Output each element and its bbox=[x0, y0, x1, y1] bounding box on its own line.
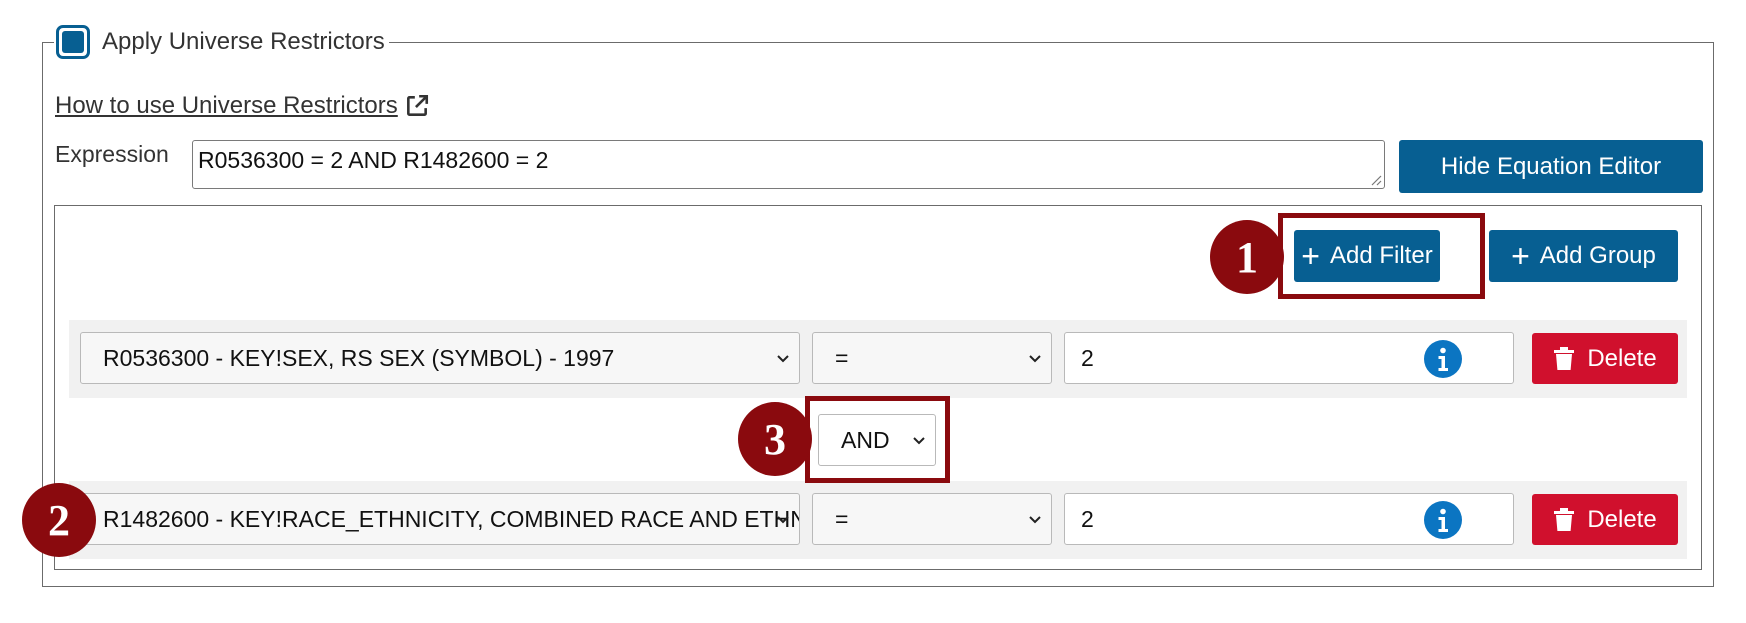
callout-badge-2: 2 bbox=[22, 483, 96, 557]
filter-value: 2 bbox=[1081, 505, 1094, 532]
callout-badge-3: 3 bbox=[738, 402, 812, 476]
callout-highlight-add-filter bbox=[1278, 213, 1485, 299]
filter-operator-select[interactable]: = bbox=[812, 493, 1052, 545]
chevron-down-icon bbox=[777, 516, 789, 524]
plus-icon: + bbox=[1511, 238, 1530, 274]
chevron-down-icon bbox=[1029, 516, 1041, 524]
chevron-down-icon bbox=[777, 355, 789, 363]
add-group-label: Add Group bbox=[1539, 242, 1656, 269]
how-to-use-link[interactable]: How to use Universe Restrictors bbox=[55, 92, 430, 120]
hide-equation-editor-button[interactable]: Hide Equation Editor bbox=[1399, 140, 1703, 193]
delete-label: Delete bbox=[1587, 344, 1657, 372]
trash-icon bbox=[1554, 346, 1575, 370]
expression-textarea[interactable]: R0536300 = 2 AND R1482600 = 2 bbox=[192, 140, 1385, 189]
trash-icon bbox=[1554, 507, 1575, 531]
filter-variable-value: R1482600 - KEY!RACE_ETHNICITY, COMBINED … bbox=[103, 505, 799, 532]
resize-grip-icon[interactable] bbox=[1370, 174, 1382, 186]
expression-label: Expression bbox=[55, 141, 169, 167]
expression-value: R0536300 = 2 AND R1482600 = 2 bbox=[198, 147, 549, 173]
add-group-button[interactable]: + Add Group bbox=[1489, 230, 1678, 282]
restrictors-legend: Apply Universe Restrictors bbox=[54, 22, 389, 62]
checkbox-checked-mark bbox=[62, 31, 84, 53]
filter-variable-value: R0536300 - KEY!SEX, RS SEX (SYMBOL) - 19… bbox=[103, 344, 615, 371]
info-icon[interactable] bbox=[1424, 501, 1462, 539]
info-icon[interactable] bbox=[1424, 340, 1462, 378]
apply-restrictors-checkbox[interactable] bbox=[56, 25, 90, 59]
how-to-use-link-text: How to use Universe Restrictors bbox=[55, 92, 398, 119]
filter-operator-select[interactable]: = bbox=[812, 332, 1052, 384]
hide-equation-editor-label: Hide Equation Editor bbox=[1440, 152, 1662, 180]
callout-badge-1: 1 bbox=[1210, 220, 1284, 294]
filter-operator-value: = bbox=[835, 344, 849, 371]
delete-label: Delete bbox=[1587, 505, 1657, 533]
chevron-down-icon bbox=[1029, 355, 1041, 363]
filter-variable-select[interactable]: R1482600 - KEY!RACE_ETHNICITY, COMBINED … bbox=[80, 493, 800, 545]
filter-value: 2 bbox=[1081, 344, 1094, 371]
apply-restrictors-label: Apply Universe Restrictors bbox=[102, 28, 385, 55]
filter-variable-select[interactable]: R0536300 - KEY!SEX, RS SEX (SYMBOL) - 19… bbox=[80, 332, 800, 384]
delete-filter-button[interactable]: Delete bbox=[1532, 333, 1678, 384]
filter-operator-value: = bbox=[835, 505, 849, 532]
callout-highlight-connector bbox=[805, 396, 950, 483]
external-link-icon bbox=[406, 94, 428, 116]
delete-filter-button[interactable]: Delete bbox=[1532, 494, 1678, 545]
